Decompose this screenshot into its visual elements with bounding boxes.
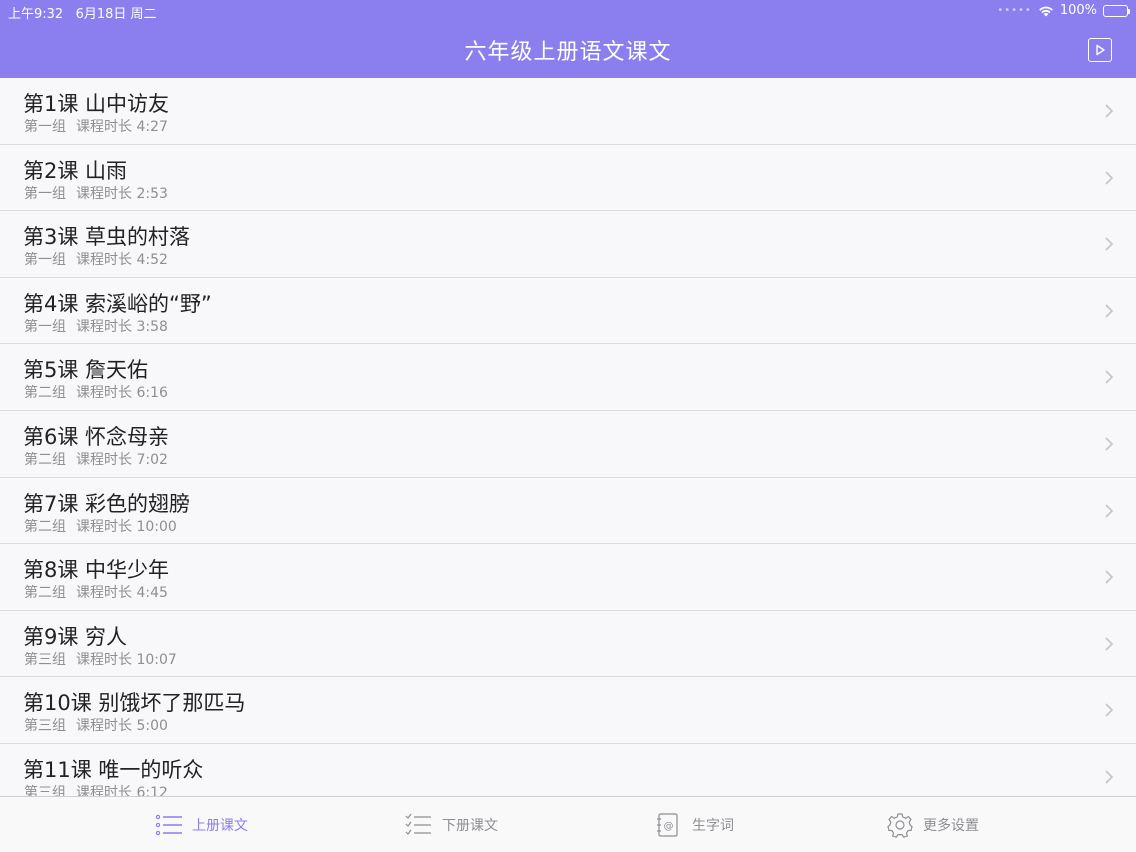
list-icon	[155, 814, 182, 836]
tab-label: 生字词	[692, 818, 734, 834]
lesson-duration: 课程时长 3:58	[76, 318, 168, 335]
chevron-right-icon	[1105, 437, 1114, 451]
lesson-row[interactable]: 第5课 詹天佑 第二组 课程时长 6:16	[0, 344, 1136, 411]
lesson-group: 第一组	[24, 185, 66, 202]
chevron-right-icon	[1105, 637, 1114, 651]
lesson-row[interactable]: 第4课 索溪峪的“野” 第一组 课程时长 3:58	[0, 277, 1136, 345]
lesson-title: 第10课 别饿坏了那匹马	[23, 691, 246, 716]
status-right: ••••• 100%	[997, 3, 1130, 18]
chevron-right-icon	[1105, 503, 1114, 518]
notebook-at-icon: @	[657, 813, 678, 837]
tab-label: 更多设置	[923, 818, 979, 834]
chevron-right-icon	[1105, 703, 1114, 717]
lesson-row[interactable]: 第8课 中华少年 第二组 课程时长 4:45	[0, 544, 1136, 611]
tab-upper-volume[interactable]: 上册课文	[155, 811, 248, 839]
tab-lower-volume[interactable]: 下册课文	[405, 811, 498, 839]
lesson-title: 第6课 怀念母亲	[23, 424, 170, 449]
lesson-group: 第一组	[24, 318, 66, 335]
lesson-title: 第3课 草虫的村落	[23, 225, 191, 250]
chevron-right-icon	[1105, 370, 1114, 384]
lesson-duration: 课程时长 10:00	[76, 518, 177, 535]
lesson-title: 第4课 索溪峪的“野”	[23, 291, 212, 316]
lesson-meta: 第二组 课程时长 7:02	[24, 449, 168, 469]
lesson-meta: 第二组 课程时长 10:00	[24, 516, 177, 536]
tab-label: 下册课文	[442, 818, 498, 834]
lesson-group: 第二组	[24, 385, 66, 402]
lesson-group: 第三组	[24, 784, 66, 796]
header: 上午9:32 6月18日 周二 ••••• 100% 六年级上册语文课文	[0, 0, 1136, 78]
lesson-group: 第三组	[24, 718, 66, 735]
lesson-meta: 第三组 课程时长 10:07	[24, 649, 177, 669]
play-button[interactable]	[1088, 38, 1112, 62]
lesson-meta: 第二组 课程时长 6:16	[24, 382, 168, 402]
page-title: 六年级上册语文课文	[464, 40, 672, 65]
wifi-icon	[1038, 6, 1053, 16]
tab-vocabulary[interactable]: @ 生字词	[655, 811, 734, 839]
status-time-date: 上午9:32 6月18日 周二	[8, 3, 157, 22]
lesson-group: 第一组	[24, 252, 66, 269]
lesson-row[interactable]: 第2课 山雨 第一组 课程时长 2:53	[0, 144, 1136, 212]
chevron-right-icon	[1105, 237, 1114, 251]
lesson-duration: 课程时长 4:27	[76, 119, 168, 135]
chevron-right-icon	[1105, 171, 1114, 185]
tab-label: 上册课文	[192, 818, 248, 834]
lesson-title: 第8课 中华少年	[23, 558, 170, 583]
lesson-row[interactable]: 第1课 山中访友 第一组 课程时长 4:27	[0, 78, 1136, 145]
app-root: 上午9:32 6月18日 周二 ••••• 100% 六年级上册语文课文 第1课…	[0, 0, 1136, 852]
play-icon	[1096, 44, 1105, 56]
lesson-list[interactable]: 第1课 山中访友 第一组 课程时长 4:27 第2课 山雨 第一组 课程时长 2:53 第3…	[0, 78, 1136, 796]
lesson-duration: 课程时长 6:16	[76, 385, 168, 402]
lesson-title: 第9课 穷人	[23, 624, 128, 649]
lesson-meta: 第一组 课程时长 3:58	[24, 316, 168, 336]
lesson-row[interactable]: 第6课 怀念母亲 第二组 课程时长 7:02	[0, 410, 1136, 478]
lesson-title: 第1课 山中访友	[23, 92, 170, 116]
lesson-row[interactable]: 第11课 唯一的听众 第三组 课程时长 6:12	[0, 743, 1136, 796]
battery-percent: 100%	[1059, 3, 1097, 18]
lesson-title: 第2课 山雨	[23, 158, 128, 183]
status-bar: 上午9:32 6月18日 周二 ••••• 100%	[0, 0, 1136, 22]
lesson-meta: 第一组 课程时长 4:27	[24, 116, 168, 136]
lesson-meta: 第一组 课程时长 2:53	[24, 183, 168, 203]
lesson-duration: 课程时长 5:00	[76, 718, 168, 735]
lesson-group: 第三组	[24, 651, 66, 668]
status-date: 6月18日 周二	[75, 7, 157, 22]
lesson-group: 第一组	[24, 119, 66, 135]
tab-bar: 上册课文 下册课文 @ 生字词 更多设置	[0, 796, 1136, 852]
svg-text:@: @	[664, 821, 674, 832]
lesson-row[interactable]: 第3课 草虫的村落 第一组 课程时长 4:52	[0, 211, 1136, 278]
lesson-duration: 课程时长 6:12	[76, 784, 168, 796]
lesson-duration: 课程时长 2:53	[76, 185, 168, 202]
lesson-group: 第二组	[24, 518, 66, 535]
chevron-right-icon	[1105, 304, 1114, 318]
lesson-duration: 课程时长 7:02	[76, 451, 168, 468]
lesson-duration: 课程时长 4:45	[76, 585, 168, 602]
lesson-group: 第二组	[24, 585, 66, 602]
chevron-right-icon	[1105, 104, 1114, 118]
status-time: 上午9:32	[8, 7, 64, 22]
lesson-meta: 第一组 课程时长 4:52	[24, 249, 168, 269]
signal-icon: •••••	[997, 5, 1032, 16]
chevron-right-icon	[1105, 770, 1114, 784]
lesson-row[interactable]: 第9课 穷人 第三组 课程时长 10:07	[0, 610, 1136, 678]
lesson-row[interactable]: 第7课 彩色的翅膀 第二组 课程时长 10:00	[0, 477, 1136, 545]
lesson-group: 第二组	[24, 451, 66, 468]
lesson-title: 第7课 彩色的翅膀	[23, 491, 191, 516]
lesson-title: 第11课 唯一的听众	[23, 757, 204, 782]
chevron-right-icon	[1105, 570, 1114, 584]
lesson-title: 第5课 詹天佑	[23, 358, 149, 383]
lesson-duration: 课程时长 4:52	[76, 252, 168, 269]
battery-icon	[1103, 4, 1130, 17]
gear-icon	[887, 813, 913, 838]
lesson-duration: 课程时长 10:07	[76, 651, 177, 668]
tab-more-settings[interactable]: 更多设置	[886, 811, 979, 839]
lesson-row[interactable]: 第10课 别饿坏了那匹马 第三组 课程时长 5:00	[0, 677, 1136, 744]
lesson-meta: 第三组 课程时长 6:12	[24, 782, 168, 796]
lesson-meta: 第三组 课程时长 5:00	[24, 715, 168, 735]
checklist-icon	[405, 813, 431, 835]
lesson-meta: 第二组 课程时长 4:45	[24, 582, 168, 602]
